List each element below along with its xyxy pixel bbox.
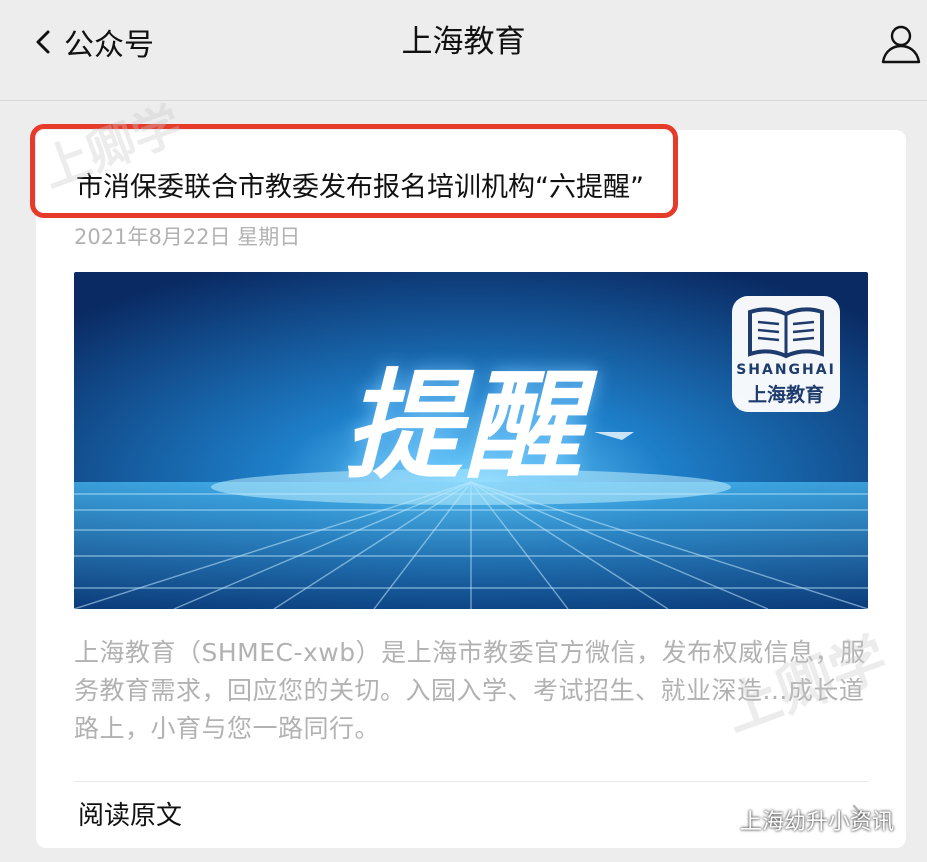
cover-headline: 提醒 bbox=[344, 357, 585, 495]
source-watermark-text: 上海幼升小资讯 bbox=[740, 810, 895, 835]
article-cover-image[interactable]: 提醒 SHANGHAI 上海教育 bbox=[74, 272, 868, 609]
wechat-icon bbox=[701, 808, 733, 832]
read-original-link[interactable]: 阅读原文 bbox=[78, 798, 182, 834]
book-icon bbox=[748, 307, 824, 359]
logo-chinese-text: 上海教育 bbox=[747, 384, 824, 406]
title-highlight-box bbox=[30, 124, 678, 218]
back-to-official-accounts-button[interactable]: 公众号 bbox=[30, 22, 154, 63]
source-watermark: 上海幼升小资讯 bbox=[700, 803, 894, 837]
logo-latin-text: SHANGHAI bbox=[736, 362, 836, 378]
shanghai-education-logo: SHANGHAI 上海教育 bbox=[732, 296, 840, 412]
profile-icon[interactable] bbox=[880, 22, 922, 64]
top-navigation-bar: 公众号 上海教育 bbox=[0, 0, 927, 101]
article-description: 上海教育（SHMEC-xwb）是上海市教委官方微信，发布权威信息，服务教育需求，… bbox=[74, 638, 866, 743]
back-label: 公众号 bbox=[64, 28, 154, 63]
chevron-left-icon bbox=[36, 30, 50, 54]
card-divider bbox=[74, 781, 868, 782]
article-date: 2021年8月22日 星期日 bbox=[74, 225, 301, 249]
